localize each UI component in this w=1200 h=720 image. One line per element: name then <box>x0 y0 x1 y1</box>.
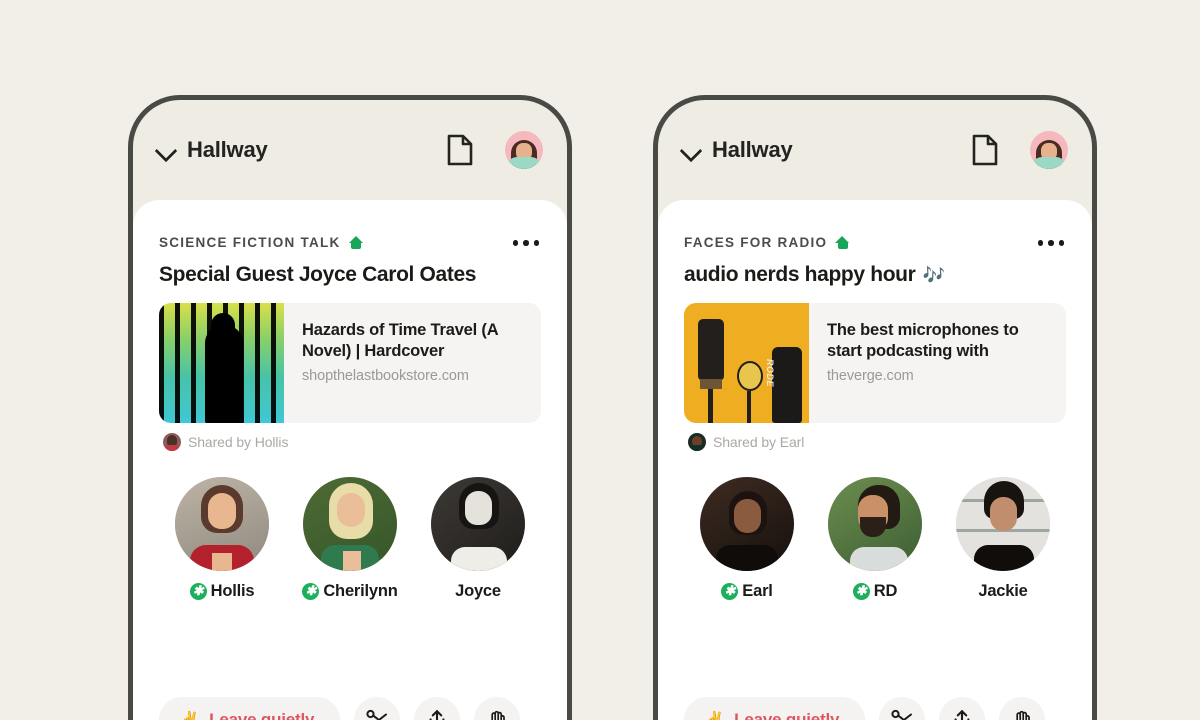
room-category-label: FACES FOR RADIO <box>684 235 828 251</box>
participant-name: Hollis <box>210 581 255 600</box>
microphone-photo-thumbnail: RODE <box>684 302 809 423</box>
link-title: The best microphones to start podcasting… <box>827 320 1019 361</box>
mic-active-badge <box>189 582 207 600</box>
sharer-avatar <box>163 432 181 451</box>
room-title-text: Special Guest Joyce Carol Oates <box>159 262 477 286</box>
participants-list: Hollis Cherilynn <box>159 476 541 601</box>
participant-item[interactable]: Hollis <box>171 476 273 601</box>
sharer-avatar <box>688 432 706 451</box>
link-domain: theverge.com <box>827 368 914 385</box>
user-avatar[interactable] <box>505 131 543 169</box>
avatar <box>303 476 397 571</box>
house-icon <box>835 236 850 250</box>
room-title-text: audio nerds happy hour <box>684 262 916 286</box>
user-avatar[interactable] <box>1030 131 1068 169</box>
bottom-action-bar: ✌️ Leave quietly <box>159 697 541 720</box>
title-emoji: 🎶 <box>922 264 945 285</box>
link-domain: shopthelastbookstore.com <box>302 368 469 385</box>
raise-hand-icon[interactable] <box>474 697 521 720</box>
room-label[interactable]: Hallway <box>187 137 437 163</box>
phone-mockup-left: Hallway SCIENCE FICTION TALK Special Gue… <box>128 95 572 720</box>
participant-item[interactable]: Earl <box>696 476 798 601</box>
room-card: SCIENCE FICTION TALK Special Guest Joyce… <box>133 200 567 720</box>
leave-quietly-label: Leave quietly <box>209 710 315 720</box>
shared-by-label: Shared by Hollis <box>188 433 289 450</box>
avatar <box>431 476 525 571</box>
house-icon <box>348 236 364 250</box>
bottom-action-bar: ✌️ Leave quietly <box>684 697 1066 720</box>
participant-name: Joyce <box>455 581 501 600</box>
participant-name-row: RD <box>824 582 926 601</box>
leave-quietly-label: Leave quietly <box>734 710 840 720</box>
app-header: Hallway <box>658 100 1092 200</box>
room-meta-row: SCIENCE FICTION TALK <box>159 232 541 254</box>
participant-name: Cherilynn <box>323 581 398 600</box>
page-title: audio nerds happy hour 🎶 <box>684 263 1066 287</box>
shared-by-row: Shared by Earl <box>684 432 1066 451</box>
room-label[interactable]: Hallway <box>712 137 962 163</box>
phone-mockup-right: Hallway FACES FOR RADIO audio nerds happ… <box>653 95 1097 720</box>
avatar <box>828 476 922 571</box>
participant-name-row: Hollis <box>171 582 273 601</box>
room-meta-row: FACES FOR RADIO <box>684 232 1066 254</box>
screenshot-stage: Hallway SCIENCE FICTION TALK Special Gue… <box>0 0 1200 720</box>
room-eyebrow: SCIENCE FICTION TALK <box>159 235 364 250</box>
scissors-icon[interactable] <box>354 697 401 720</box>
participant-item[interactable]: RD <box>824 476 926 601</box>
book-cover-thumbnail <box>159 302 284 423</box>
app-header: Hallway <box>133 100 567 200</box>
participant-item[interactable]: Jackie <box>952 476 1054 601</box>
document-icon[interactable] <box>972 134 998 166</box>
link-preview-card[interactable]: Hazards of Time Travel (A Novel) | Hardc… <box>159 302 541 423</box>
raise-hand-icon[interactable] <box>999 697 1046 720</box>
mic-active-badge <box>721 582 739 600</box>
participant-name-row: Earl <box>696 582 798 601</box>
avatar <box>700 476 794 571</box>
page-title: Special Guest Joyce Carol Oates <box>159 263 541 287</box>
link-title: Hazards of Time Travel (A Novel) | Hardc… <box>302 320 498 361</box>
more-options-icon[interactable] <box>511 232 542 254</box>
more-options-icon[interactable] <box>1036 232 1067 254</box>
leave-quietly-button[interactable]: ✌️ Leave quietly <box>684 697 866 720</box>
peace-hand-icon: ✌️ <box>704 710 726 720</box>
room-category-label: SCIENCE FICTION TALK <box>159 235 341 251</box>
participant-name: Jackie <box>978 581 1028 600</box>
shared-by-row: Shared by Hollis <box>159 432 541 451</box>
room-eyebrow: FACES FOR RADIO <box>684 235 850 250</box>
participant-name-row: Joyce <box>427 582 529 601</box>
mic-active-badge <box>852 582 870 600</box>
link-preview-card[interactable]: RODE The best microphones to start podca… <box>684 302 1066 423</box>
avatar <box>956 476 1050 571</box>
mic-active-badge <box>302 582 320 600</box>
chevron-down-icon[interactable] <box>155 139 177 161</box>
participants-list: Earl RD <box>684 476 1066 601</box>
participant-name: RD <box>873 581 898 600</box>
document-icon[interactable] <box>447 134 473 166</box>
scissors-icon[interactable] <box>879 697 926 720</box>
room-card: FACES FOR RADIO audio nerds happy hour 🎶… <box>658 200 1092 720</box>
chevron-down-icon[interactable] <box>680 139 702 161</box>
shared-by-label: Shared by Earl <box>713 433 805 450</box>
share-icon[interactable] <box>939 697 986 720</box>
avatar <box>175 476 269 571</box>
peace-hand-icon: ✌️ <box>179 710 201 720</box>
participant-item[interactable]: Cherilynn <box>299 476 401 601</box>
participant-item[interactable]: Joyce <box>427 476 529 601</box>
link-preview-body: Hazards of Time Travel (A Novel) | Hardc… <box>284 303 541 423</box>
link-preview-body: The best microphones to start podcasting… <box>809 303 1066 423</box>
share-icon[interactable] <box>414 697 461 720</box>
participant-name-row: Cherilynn <box>299 582 401 601</box>
leave-quietly-button[interactable]: ✌️ Leave quietly <box>159 697 341 720</box>
participant-name-row: Jackie <box>952 582 1054 601</box>
participant-name: Earl <box>742 581 773 600</box>
